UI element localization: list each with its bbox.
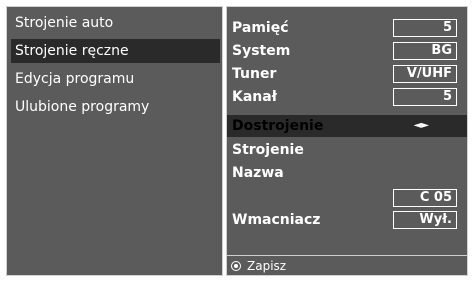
menu-item-label: Strojenie auto [15, 15, 114, 31]
setting-label: Pamięć [232, 20, 289, 36]
save-label: Zapisz [247, 259, 287, 273]
left-right-arrows-icon[interactable]: ◄► [414, 115, 429, 137]
setting-row-amplifier[interactable]: Wmacniacz Wył. [227, 209, 467, 231]
setting-row-name[interactable]: Nazwa [227, 162, 467, 184]
tv-menu-screen: Strojenie auto Strojenie ręczne Edycja p… [0, 0, 473, 282]
setting-label: Wmacniacz [232, 212, 321, 228]
setting-row-memory[interactable]: Pamięć 5 [227, 17, 467, 39]
left-menu-panel: Strojenie auto Strojenie ręczne Edycja p… [6, 6, 223, 276]
setting-label: Dostrojenie [232, 118, 324, 134]
setting-row-name-value[interactable]: C 05 [227, 187, 467, 209]
setting-row-system[interactable]: System BG [227, 40, 467, 62]
channel-value-field[interactable]: 5 [393, 88, 457, 106]
setting-label: Strojenie [232, 142, 304, 158]
radio-icon [231, 261, 241, 271]
setting-row-fine-tuning[interactable]: Dostrojenie ◄► [227, 115, 467, 137]
setting-label: Nazwa [232, 165, 284, 181]
setting-label: Kanał [232, 89, 277, 105]
menu-item-label: Ulubione programy [15, 99, 150, 115]
save-hint[interactable]: Zapisz [227, 256, 467, 276]
memory-value-field[interactable]: 5 [393, 19, 457, 37]
system-value-field[interactable]: BG [393, 42, 457, 60]
name-value-field[interactable]: C 05 [393, 189, 457, 207]
setting-row-tuning[interactable]: Strojenie [227, 139, 467, 161]
menu-item-manual-tuning[interactable]: Strojenie ręczne [11, 39, 220, 63]
setting-row-channel[interactable]: Kanał 5 [227, 86, 467, 108]
menu-item-label: Strojenie ręczne [15, 43, 129, 59]
setting-label: System [232, 43, 291, 59]
menu-item-program-edit[interactable]: Edycja programu [11, 67, 220, 91]
tuner-value-field[interactable]: V/UHF [393, 65, 457, 83]
amplifier-value-field[interactable]: Wył. [393, 211, 457, 229]
setting-row-tuner[interactable]: Tuner V/UHF [227, 63, 467, 85]
menu-item-label: Edycja programu [15, 71, 135, 87]
menu-item-auto-tuning[interactable]: Strojenie auto [11, 11, 220, 35]
manual-tuning-panel: Pamięć 5 System BG Tuner V/UHF Kanał 5 D… [226, 6, 468, 276]
setting-label: Tuner [232, 66, 277, 82]
menu-item-favorite-programs[interactable]: Ulubione programy [11, 95, 220, 119]
